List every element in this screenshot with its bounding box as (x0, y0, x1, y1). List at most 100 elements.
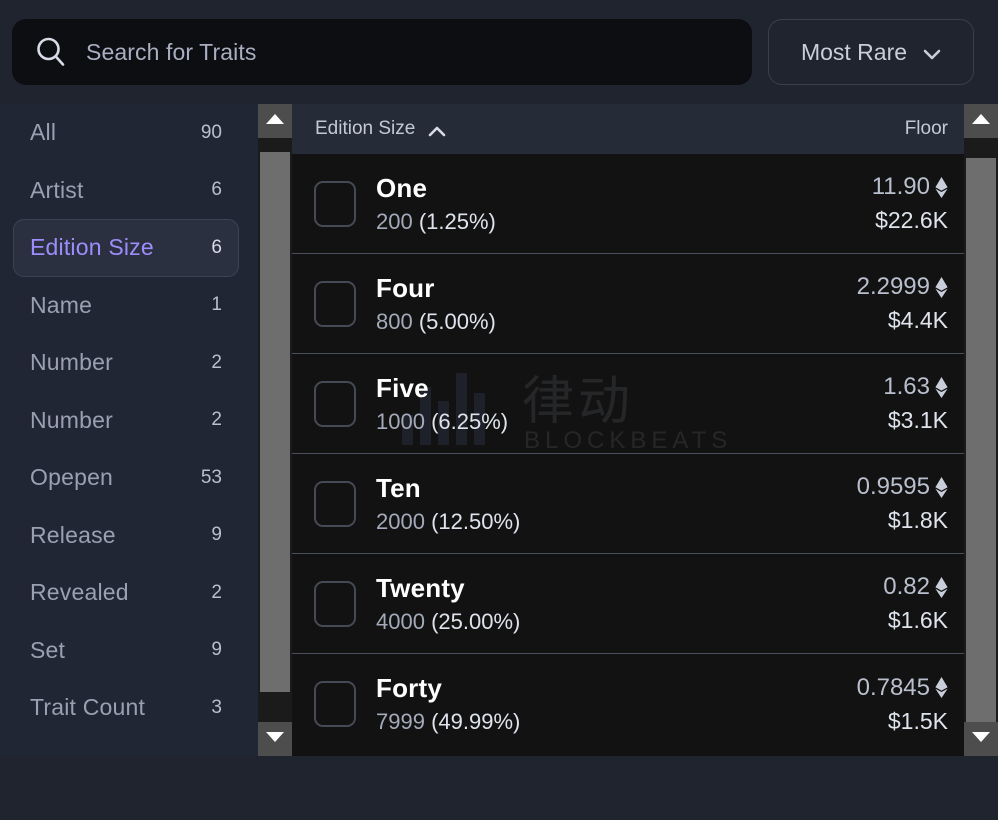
sort-dropdown-label: Most Rare (801, 39, 907, 66)
ethereum-icon (935, 477, 948, 498)
scroll-down-button[interactable] (258, 722, 292, 756)
table-scrollbar[interactable] (964, 104, 998, 756)
sidebar-item-count: 2 (211, 582, 222, 604)
trait-usd: $1.5K (857, 708, 948, 735)
trait-name: Forty (376, 673, 857, 704)
sidebar-item-count: 9 (211, 524, 222, 546)
scroll-up-button[interactable] (258, 104, 292, 138)
table-row[interactable]: Ten 2000 (12.50%) 0.9595 $1.8K (292, 454, 964, 554)
row-checkbox[interactable] (314, 181, 356, 227)
sidebar-item-revealed[interactable]: Revealed 2 (0, 564, 258, 622)
sidebar-item-label: Number (30, 349, 113, 376)
sidebar-item-count: 1 (211, 294, 222, 316)
sidebar-item-count: 90 (201, 122, 222, 144)
sidebar-item-trait-count[interactable]: Trait Count 3 (0, 679, 258, 737)
triangle-down-icon (971, 730, 991, 748)
trait-price: 0.9595 (857, 473, 930, 501)
scrollbar-thumb[interactable] (260, 152, 290, 692)
trait-count: 2000 (376, 509, 425, 534)
row-checkbox[interactable] (314, 281, 356, 327)
trait-count: 7999 (376, 709, 425, 734)
ethereum-icon (935, 577, 948, 598)
trait-usd: $4.4K (857, 307, 948, 334)
sidebar-item-count: 9 (211, 639, 222, 661)
sidebar-item-number-2[interactable]: Number 2 (0, 392, 258, 450)
sidebar-item-name[interactable]: Name 1 (0, 277, 258, 335)
traits-table: Edition Size Floor 律动 BLOCKBEATS (292, 104, 964, 756)
trait-name: Twenty (376, 573, 883, 604)
sidebar-item-edition-size[interactable]: Edition Size 6 (0, 219, 258, 277)
sidebar-item-label: Revealed (30, 579, 129, 606)
table-row[interactable]: One 200 (1.25%) 11.90 $22.6K (292, 154, 964, 254)
sidebar-item-label: Edition Size (30, 234, 154, 261)
caret-up-icon[interactable] (428, 124, 446, 135)
row-checkbox[interactable] (314, 581, 356, 627)
table-header-floor[interactable]: Floor (905, 118, 948, 140)
sidebar-item-count: 3 (211, 697, 222, 719)
table-header-title[interactable]: Edition Size (315, 118, 415, 140)
sort-dropdown[interactable]: Most Rare (768, 19, 974, 85)
sidebar-item-set[interactable]: Set 9 (0, 622, 258, 680)
trait-percent: (1.25%) (419, 209, 496, 234)
trait-name: Ten (376, 473, 857, 504)
search-input[interactable] (86, 39, 706, 66)
trait-percent: (12.50%) (431, 509, 520, 534)
trait-price: 11.90 (872, 173, 930, 201)
sidebar-item-release[interactable]: Release 9 (0, 507, 258, 565)
table-row[interactable]: Twenty 4000 (25.00%) 0.82 $1.6K (292, 554, 964, 654)
trait-percent: (5.00%) (419, 309, 496, 334)
traits-panel: All 90 Artist 6 Edition Size 6 Name (0, 104, 998, 756)
sidebar-item-label: Opepen (30, 464, 113, 491)
trait-usd: $22.6K (872, 207, 948, 234)
category-list: All 90 Artist 6 Edition Size 6 Name (0, 104, 258, 756)
trait-count: 200 (376, 209, 413, 234)
row-checkbox[interactable] (314, 381, 356, 427)
sidebar-item-number-1[interactable]: Number 2 (0, 334, 258, 392)
sidebar-item-label: Trait Count (30, 694, 145, 721)
sidebar-item-label: Number (30, 407, 113, 434)
sidebar-item-count: 53 (201, 467, 222, 489)
app-root: Most Rare All 90 Artist 6 (0, 0, 998, 820)
sidebar-item-count: 2 (211, 409, 222, 431)
sidebar-item-artist[interactable]: Artist 6 (0, 162, 258, 220)
trait-name: Four (376, 273, 857, 304)
ethereum-icon (935, 177, 948, 198)
row-checkbox[interactable] (314, 481, 356, 527)
trait-count: 800 (376, 309, 413, 334)
sidebar-item-label: Artist (30, 177, 84, 204)
sidebar-item-count: 6 (211, 237, 222, 259)
trait-count: 1000 (376, 409, 425, 434)
table-row[interactable]: Forty 7999 (49.99%) 0.7845 $1.5K (292, 654, 964, 754)
trait-usd: $1.6K (883, 607, 948, 634)
sidebar-item-count: 6 (211, 179, 222, 201)
scrollbar-track[interactable] (258, 138, 292, 722)
triangle-up-icon (971, 112, 991, 130)
triangle-down-icon (265, 730, 285, 748)
sidebar-item-count: 2 (211, 352, 222, 374)
triangle-up-icon (265, 112, 285, 130)
sidebar-item-all[interactable]: All 90 (0, 104, 258, 162)
trait-percent: (6.25%) (431, 409, 508, 434)
row-checkbox[interactable] (314, 681, 356, 727)
sidebar-item-label: Set (30, 637, 65, 664)
scrollbar-thumb[interactable] (966, 158, 996, 728)
sidebar-item-label: Name (30, 292, 92, 319)
chevron-down-icon (923, 47, 941, 58)
sidebar-item-opepen[interactable]: Opepen 53 (0, 449, 258, 507)
ethereum-icon (935, 677, 948, 698)
trait-price: 0.7845 (857, 674, 930, 702)
search-box[interactable] (12, 19, 752, 85)
scroll-up-button[interactable] (964, 104, 998, 138)
sidebar-item-label: Release (30, 522, 116, 549)
ethereum-icon (935, 377, 948, 398)
trait-name: One (376, 173, 872, 204)
trait-count: 4000 (376, 609, 425, 634)
table-row[interactable]: Five 1000 (6.25%) 1.63 $3.1K (292, 354, 964, 454)
category-scrollbar[interactable] (258, 104, 292, 756)
ethereum-icon (935, 277, 948, 298)
scroll-down-button[interactable] (964, 722, 998, 756)
scrollbar-track[interactable] (964, 138, 998, 722)
trait-price: 1.63 (883, 373, 930, 401)
trait-usd: $1.8K (857, 507, 948, 534)
table-row[interactable]: Four 800 (5.00%) 2.2999 $4.4K (292, 254, 964, 354)
